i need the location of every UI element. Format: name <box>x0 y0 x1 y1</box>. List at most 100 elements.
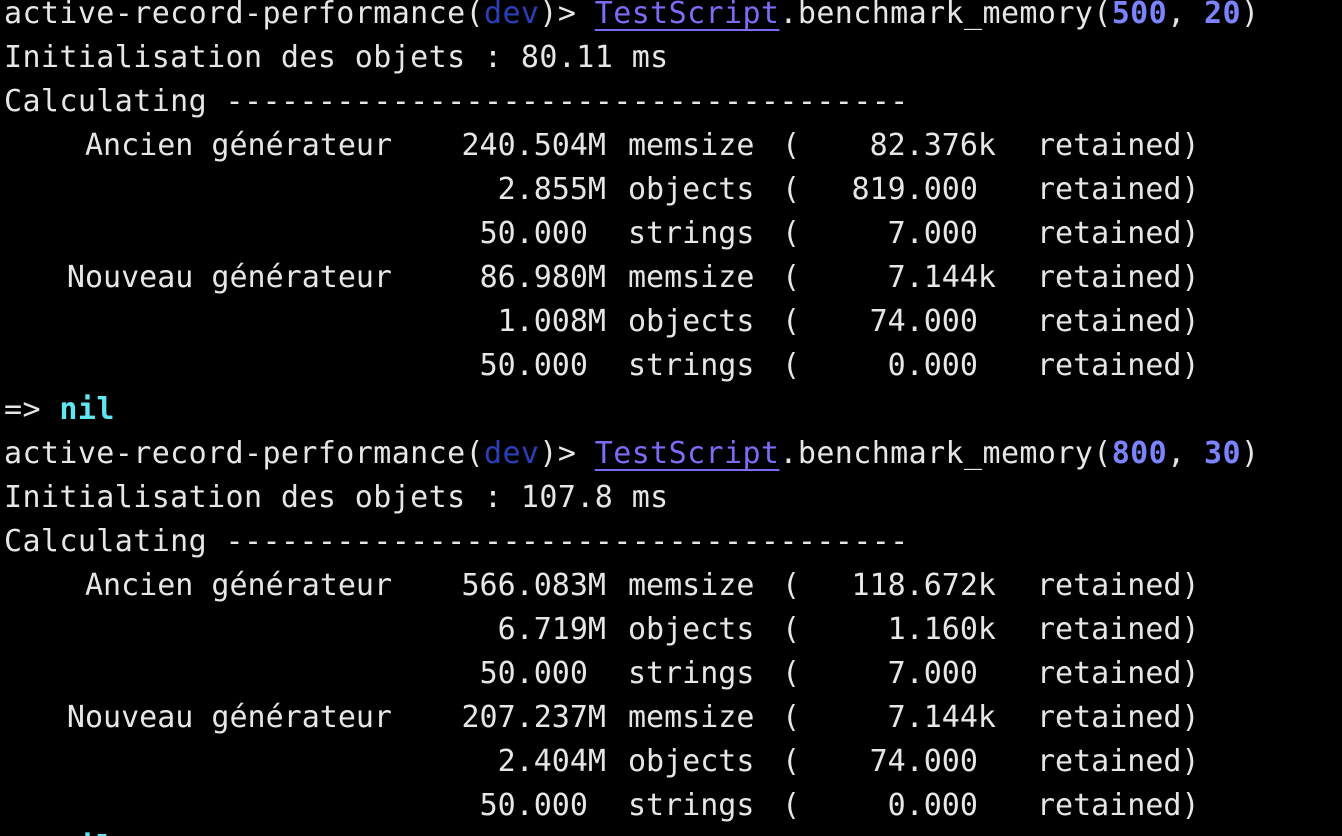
row-open-paren: ( <box>782 260 801 295</box>
arg-comma: , <box>1167 0 1205 31</box>
row-retained-word: retained) <box>1037 700 1200 735</box>
row-retained-value: 7.000 <box>887 216 996 251</box>
result-nil: nil <box>59 392 115 427</box>
row-open-paren: ( <box>782 304 801 339</box>
row-label: Nouveau générateur <box>66 700 392 735</box>
row-retained-value: 819.000 <box>851 172 996 207</box>
prompt-suffix: )> <box>539 436 595 471</box>
init-line: Initialisation des objets : 80.11 ms <box>4 40 669 75</box>
row-retained-word: retained) <box>1037 304 1200 339</box>
arg-first: 500 <box>1111 0 1168 31</box>
row-unit: memsize <box>628 568 755 603</box>
row-label: Ancien générateur <box>84 128 392 163</box>
row-value: 240.504M <box>461 128 607 163</box>
init-line: Initialisation des objets : 107.8 ms <box>4 480 669 515</box>
call-close: ) <box>1240 436 1260 471</box>
result-line: => nil <box>4 388 115 432</box>
benchmark-row: 50.000 strings 0.000 retained) ( <box>0 344 1342 388</box>
result-arrow: => <box>4 392 60 427</box>
benchmark-row: Ancien générateur 566.083M memsize 118.672k… <box>0 564 1342 608</box>
row-retained-word: retained) <box>1037 216 1200 251</box>
prompt-prefix: active-record-performance( <box>4 436 484 471</box>
row-unit: objects <box>628 612 755 647</box>
row-retained-word: retained) <box>1037 260 1200 295</box>
calculating-line: Calculating ----------------------------… <box>4 84 909 119</box>
row-value: 207.237M <box>461 700 607 735</box>
row-retained-value: 7.144k <box>887 260 996 295</box>
prompt-env: dev <box>484 0 540 31</box>
row-unit: objects <box>628 744 755 779</box>
arg-second: 20 <box>1204 0 1241 31</box>
benchmark-row: 1.008M objects 74.000 retained) ( <box>0 300 1342 344</box>
row-open-paren: ( <box>782 568 801 603</box>
row-open-paren: ( <box>782 348 801 383</box>
row-retained-value: 74.000 <box>869 304 996 339</box>
row-retained-word: retained) <box>1037 744 1200 779</box>
terminal-window[interactable]: active-record-performance(dev)> TestScri… <box>0 0 1342 836</box>
row-unit: strings <box>628 216 755 251</box>
row-retained-value: 118.672k <box>851 568 997 603</box>
row-retained-value: 7.000 <box>887 656 996 691</box>
arg-first: 800 <box>1111 436 1168 471</box>
benchmark-row: 2.404M objects 74.000 retained) ( <box>0 740 1342 784</box>
row-retained-value: 1.160k <box>887 612 996 647</box>
row-value: 6.719M <box>497 612 606 647</box>
row-open-paren: ( <box>782 700 801 735</box>
row-open-paren: ( <box>782 216 801 251</box>
arg-comma: , <box>1167 436 1205 471</box>
benchmark-row: 50.000 strings 7.000 retained) ( <box>0 652 1342 696</box>
row-label: Ancien générateur <box>84 568 392 603</box>
row-value: 86.980M <box>479 260 606 295</box>
row-open-paren: ( <box>782 172 801 207</box>
constant-testscript: TestScript <box>594 0 780 31</box>
row-value: 566.083M <box>461 568 607 603</box>
row-retained-word: retained) <box>1037 568 1200 603</box>
row-unit: memsize <box>628 260 755 295</box>
row-value: 50.000 <box>479 656 606 691</box>
row-value: 2.855M <box>497 172 606 207</box>
row-open-paren: ( <box>782 656 801 691</box>
prompt-line: active-record-performance(dev)> TestScri… <box>4 0 1259 36</box>
row-unit: objects <box>628 172 755 207</box>
row-unit: strings <box>628 348 755 383</box>
row-open-paren: ( <box>782 128 801 163</box>
row-retained-value: 0.000 <box>887 788 996 823</box>
row-unit: strings <box>628 788 755 823</box>
row-retained-word: retained) <box>1037 612 1200 647</box>
row-unit: objects <box>628 304 755 339</box>
row-retained-value: 74.000 <box>869 744 996 779</box>
row-retained-value: 0.000 <box>887 348 996 383</box>
result-line: => nil <box>4 826 115 836</box>
row-label: Nouveau générateur <box>66 260 392 295</box>
result-nil: nil <box>59 830 114 836</box>
row-retained-word: retained) <box>1037 128 1200 163</box>
benchmark-row: Nouveau générateur 207.237M memsize 7.144k r… <box>0 696 1342 740</box>
benchmark-row: Ancien générateur 240.504M memsize 82.376k r… <box>0 124 1342 168</box>
row-value: 2.404M <box>497 744 606 779</box>
call-close: ) <box>1240 0 1260 31</box>
benchmark-row: 50.000 strings 7.000 retained) ( <box>0 212 1342 256</box>
row-unit: strings <box>628 656 755 691</box>
row-retained-word: retained) <box>1037 348 1200 383</box>
row-unit: memsize <box>628 700 755 735</box>
row-retained-value: 7.144k <box>887 700 996 735</box>
calculating-line: Calculating ----------------------------… <box>4 524 909 559</box>
row-open-paren: ( <box>782 788 801 823</box>
row-retained-word: retained) <box>1037 788 1200 823</box>
prompt-suffix: )> <box>539 0 595 31</box>
benchmark-row: 2.855M objects 819.000 retained) ( <box>0 168 1342 212</box>
prompt-prefix: active-record-performance( <box>4 0 484 31</box>
row-retained-value: 82.376k <box>869 128 996 163</box>
arg-second: 30 <box>1204 436 1241 471</box>
row-retained-word: retained) <box>1037 656 1200 691</box>
constant-testscript: TestScript <box>594 436 780 471</box>
row-value: 50.000 <box>479 216 606 251</box>
row-unit: memsize <box>628 128 755 163</box>
row-retained-word: retained) <box>1037 172 1200 207</box>
benchmark-row: Nouveau générateur 86.980M memsize 7.144k re… <box>0 256 1342 300</box>
row-value: 50.000 <box>479 788 606 823</box>
row-open-paren: ( <box>782 612 801 647</box>
benchmark-row: 50.000 strings 0.000 retained) ( <box>0 784 1342 828</box>
method-call: .benchmark_memory( <box>779 0 1112 31</box>
row-open-paren: ( <box>782 744 801 779</box>
